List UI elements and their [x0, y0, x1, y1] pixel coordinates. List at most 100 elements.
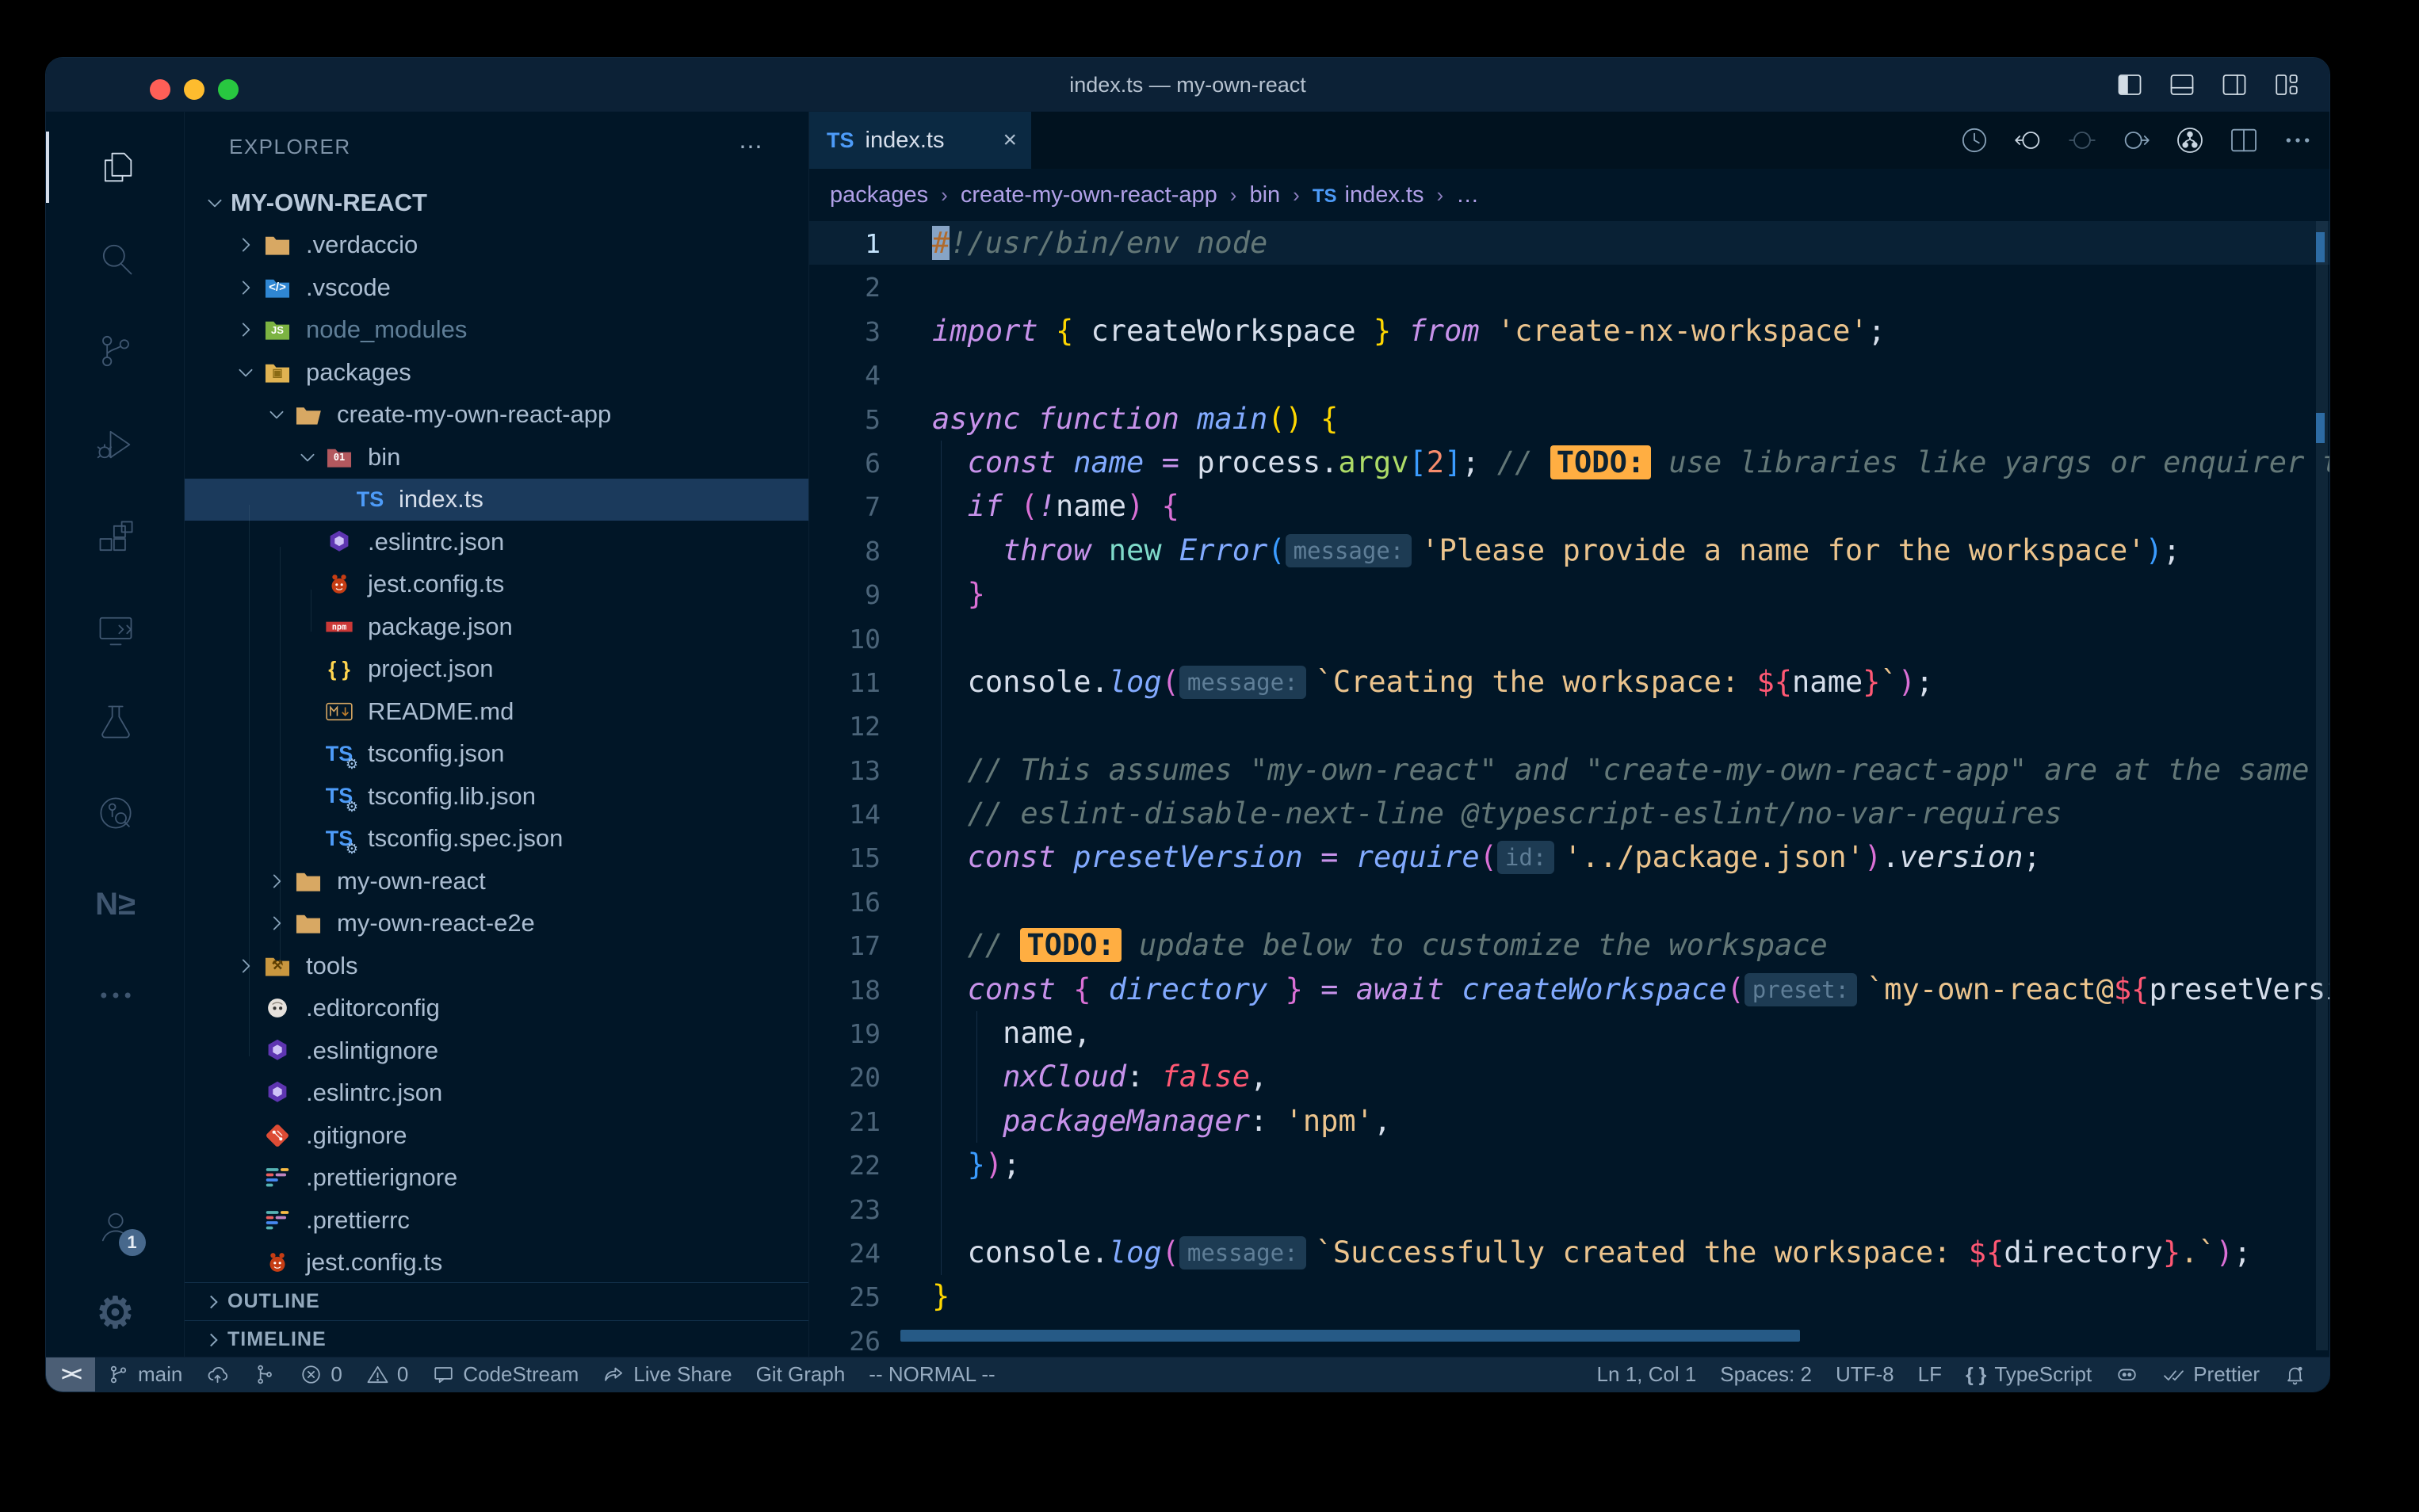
breadcrumb-item[interactable]: create-my-own-react-app — [961, 182, 1217, 208]
code-line-4[interactable]: 4 — [809, 353, 2329, 396]
code-line-2[interactable]: 2 — [809, 265, 2329, 308]
breadcrumb-item[interactable]: … — [1456, 182, 1479, 208]
tree-item-.editorconfig[interactable]: .editorconfig — [185, 987, 808, 1030]
navigate-circle-icon[interactable] — [2066, 124, 2098, 156]
activity-settings-icon[interactable]: ⚙ — [46, 1277, 185, 1348]
tree-item-index.ts[interactable]: TSindex.ts — [185, 479, 808, 521]
timeline-section[interactable]: TIMELINE — [185, 1320, 808, 1358]
activity-more-views-icon[interactable] — [46, 960, 185, 1031]
tree-item-tsconfig.spec.json[interactable]: TS⚙tsconfig.spec.json — [185, 818, 808, 861]
code-line-15[interactable]: 15 const presetVersion = require(id:'../… — [809, 835, 2329, 879]
status-publish[interactable] — [194, 1357, 241, 1392]
status-notifications[interactable] — [2272, 1357, 2318, 1392]
line-number[interactable]: 25 — [809, 1275, 881, 1319]
breadcrumb-item[interactable]: TSindex.ts — [1313, 182, 1424, 208]
line-number[interactable]: 22 — [809, 1144, 881, 1187]
git-graph-view-icon[interactable] — [2174, 124, 2206, 156]
line-number[interactable]: 16 — [809, 880, 881, 924]
code-line-8[interactable]: 8 throw new Error(message:'Please provid… — [809, 529, 2329, 572]
activity-remote-explorer-icon[interactable] — [46, 595, 185, 666]
code-line-21[interactable]: 21 packageManager: 'npm', — [809, 1099, 2329, 1143]
outline-section[interactable]: OUTLINE — [185, 1282, 808, 1320]
status-eol[interactable]: LF — [1906, 1357, 1954, 1392]
line-number[interactable]: 11 — [809, 661, 881, 704]
line-number[interactable]: 9 — [809, 573, 881, 617]
tree-item-my-own-react[interactable]: my-own-react — [185, 860, 808, 903]
code-line-13[interactable]: 13 // This assumes "my-own-react" and "c… — [809, 748, 2329, 792]
status-errors[interactable]: 0 — [288, 1357, 353, 1392]
tree-item-.gitignore[interactable]: .gitignore — [185, 1114, 808, 1157]
activity-accounts-icon[interactable]: 1 — [46, 1191, 185, 1262]
line-number[interactable]: 4 — [809, 353, 881, 397]
code-line-24[interactable]: 24 console.log(message:`Successfully cre… — [809, 1231, 2329, 1274]
tree-item-.eslintignore[interactable]: .eslintignore — [185, 1029, 808, 1072]
tree-item-.eslintrc.json[interactable]: .eslintrc.json — [185, 1072, 808, 1115]
line-number[interactable]: 26 — [809, 1319, 881, 1357]
tab-index-ts[interactable]: TS index.ts × — [809, 112, 1031, 169]
status-git-graph[interactable]: Git Graph — [744, 1357, 858, 1392]
status-live-share[interactable]: Live Share — [590, 1357, 743, 1392]
toggle-primary-sidebar-icon[interactable] — [2115, 71, 2144, 99]
activity-extensions-icon[interactable] — [46, 502, 185, 574]
tree-item-bin[interactable]: 01bin — [185, 436, 808, 479]
line-number[interactable]: 24 — [809, 1231, 881, 1275]
code-line-18[interactable]: 18 const { directory } = await createWor… — [809, 968, 2329, 1011]
toggle-panel-icon[interactable] — [2168, 71, 2196, 99]
tree-item-my-own-react-e2e[interactable]: my-own-react-e2e — [185, 903, 808, 945]
tree-item-jest.config.ts[interactable]: jest.config.ts — [185, 563, 808, 606]
line-number[interactable]: 15 — [809, 836, 881, 880]
navigate-forward-icon[interactable] — [2120, 124, 2152, 156]
code-line-25[interactable]: 25} — [809, 1274, 2329, 1318]
tree-item-tsconfig.lib.json[interactable]: TS⚙tsconfig.lib.json — [185, 775, 808, 818]
activity-nx-console-icon[interactable]: N≥ — [46, 869, 185, 940]
activity-explorer-icon[interactable] — [46, 132, 185, 203]
line-number[interactable]: 19 — [809, 1012, 881, 1056]
breadcrumb-item[interactable]: packages — [830, 182, 928, 208]
code-line-11[interactable]: 11 console.log(message:`Creating the wor… — [809, 660, 2329, 704]
breadcrumb-item[interactable]: bin — [1249, 182, 1280, 208]
close-tab-icon[interactable]: × — [1003, 127, 1017, 154]
status-remote-indicator[interactable]: >< — [46, 1357, 95, 1392]
code-line-14[interactable]: 14 // eslint-disable-next-line @typescri… — [809, 792, 2329, 835]
tree-item-project.json[interactable]: { }project.json — [185, 648, 808, 691]
line-number[interactable]: 7 — [809, 485, 881, 529]
tree-item-.vscode[interactable]: </>.vscode — [185, 266, 808, 309]
line-number[interactable]: 10 — [809, 617, 881, 661]
status-prettier[interactable]: Prettier — [2150, 1357, 2272, 1392]
code-line-16[interactable]: 16 — [809, 880, 2329, 923]
status-git-branch[interactable]: main — [95, 1357, 194, 1392]
line-number[interactable]: 8 — [809, 529, 881, 573]
activity-search-icon[interactable] — [46, 223, 185, 294]
code-line-7[interactable]: 7 if (!name) { — [809, 484, 2329, 528]
line-number[interactable]: 20 — [809, 1056, 881, 1099]
status-vim-mode[interactable]: -- NORMAL -- — [857, 1357, 1007, 1392]
tree-item-node-modules[interactable]: JSnode_modules — [185, 309, 808, 352]
line-number[interactable]: 13 — [809, 749, 881, 792]
line-number[interactable]: 6 — [809, 441, 881, 485]
status-codestream[interactable]: CodeStream — [420, 1357, 590, 1392]
status-commit-graph[interactable] — [241, 1357, 288, 1392]
line-number[interactable]: 3 — [809, 310, 881, 353]
tree-item-jest.config.ts[interactable]: jest.config.ts — [185, 1242, 808, 1285]
status-encoding[interactable]: UTF-8 — [1824, 1357, 1906, 1392]
code-line-10[interactable]: 10 — [809, 617, 2329, 660]
line-number[interactable]: 17 — [809, 924, 881, 968]
horizontal-scrollbar[interactable] — [900, 1330, 1800, 1342]
line-number[interactable]: 12 — [809, 704, 881, 748]
code-line-6[interactable]: 6 const name = process.argv[2]; // TODO:… — [809, 441, 2329, 484]
line-number[interactable]: 14 — [809, 792, 881, 836]
status-copilot[interactable] — [2104, 1357, 2150, 1392]
activity-testing-icon[interactable] — [46, 686, 185, 758]
vertical-scrollbar[interactable] — [2316, 221, 2328, 1350]
code-editor[interactable]: 1#!/usr/bin/env node23import { createWor… — [809, 221, 2329, 1357]
status-language-mode[interactable]: { }TypeScript — [1954, 1357, 2104, 1392]
status-warnings[interactable]: 0 — [354, 1357, 420, 1392]
activity-source-control-icon[interactable] — [46, 315, 185, 387]
code-line-9[interactable]: 9 } — [809, 572, 2329, 616]
customize-layout-icon[interactable] — [2272, 71, 2301, 99]
split-editor-icon[interactable] — [2228, 124, 2260, 156]
tree-item-readme.md[interactable]: README.md — [185, 690, 808, 733]
tree-item-tsconfig.json[interactable]: TS⚙tsconfig.json — [185, 733, 808, 776]
status-cursor-position[interactable]: Ln 1, Col 1 — [1585, 1357, 1709, 1392]
code-line-22[interactable]: 22 }); — [809, 1143, 2329, 1186]
